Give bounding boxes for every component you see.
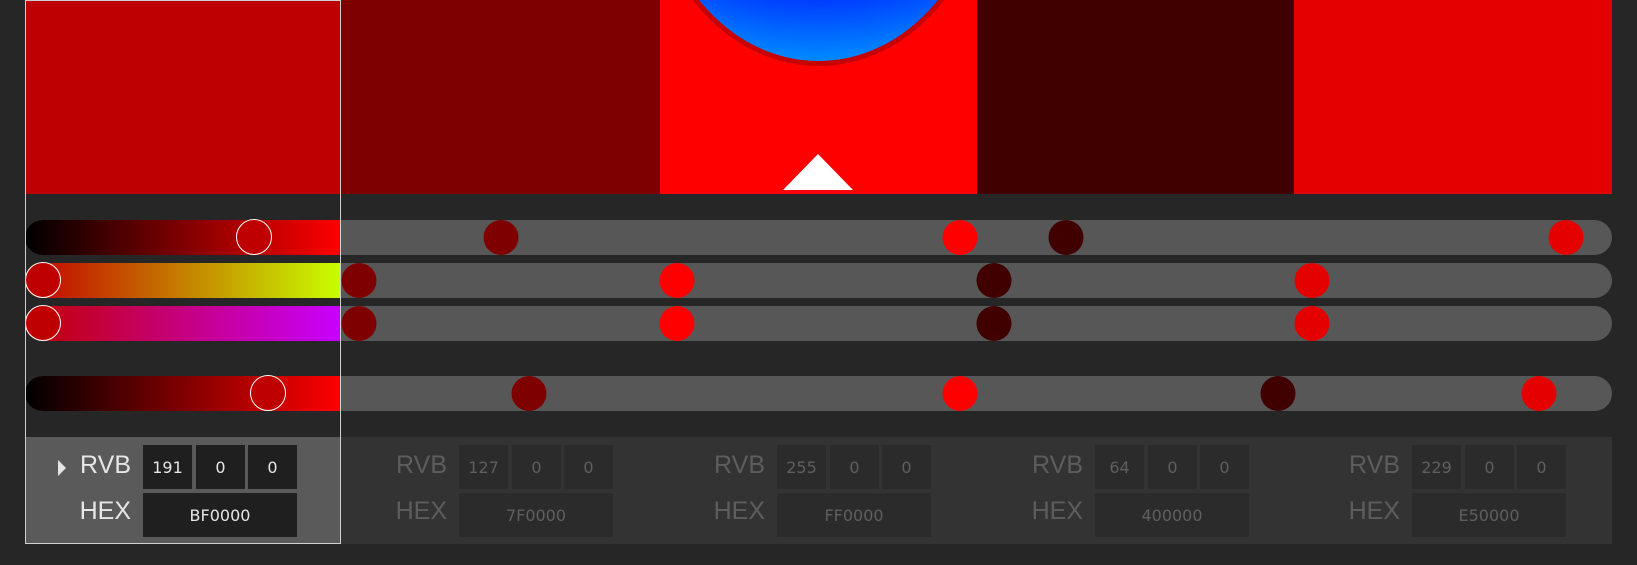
rgb-label: RVB	[1349, 451, 1400, 479]
brightness-handle-2[interactable]	[483, 220, 519, 255]
blue-handle-1[interactable]	[25, 305, 61, 341]
rgb-label: RVB	[714, 451, 765, 479]
hex-label: HEX	[713, 497, 765, 525]
brightness-handle-5[interactable]	[1548, 220, 1584, 255]
rgb-label: RVB	[80, 451, 131, 479]
green-handle-5[interactable]	[1294, 263, 1330, 298]
slider-lightness-gradient	[25, 376, 341, 411]
rgb-label: RVB	[396, 451, 447, 479]
rgb-r-input[interactable]: 255	[777, 445, 826, 489]
slider-blue[interactable]	[25, 306, 1612, 341]
hex-input[interactable]: BF0000	[143, 493, 297, 537]
base-color-marker-icon	[783, 154, 853, 190]
hex-input[interactable]: E50000	[1412, 493, 1566, 537]
blue-handle-5[interactable]	[1294, 306, 1330, 341]
rgb-b-input[interactable]: 0	[564, 445, 613, 489]
blue-handle-3[interactable]	[659, 306, 695, 341]
rgb-g-input[interactable]: 0	[1148, 445, 1197, 489]
swatch-4[interactable]	[977, 0, 1294, 194]
hex-label: HEX	[1031, 497, 1083, 525]
rgb-b-input[interactable]: 0	[248, 445, 297, 489]
brightness-handle-1[interactable]	[236, 219, 272, 255]
brightness-handle-3[interactable]	[942, 220, 978, 255]
lightness-handle-2[interactable]	[511, 376, 547, 411]
lightness-handle-3[interactable]	[942, 376, 978, 411]
lightness-handle-4[interactable]	[1260, 376, 1296, 411]
rgb-r-input[interactable]: 64	[1095, 445, 1144, 489]
swatch-2[interactable]	[341, 0, 660, 194]
rgb-b-input[interactable]: 0	[1200, 445, 1249, 489]
rgb-r-input[interactable]: 229	[1412, 445, 1461, 489]
slider-green[interactable]	[25, 263, 1612, 298]
blue-handle-4[interactable]	[976, 306, 1012, 341]
slider-blue-gradient	[25, 306, 341, 341]
green-handle-2[interactable]	[341, 263, 377, 298]
rgb-r-input[interactable]: 191	[143, 445, 192, 489]
green-handle-4[interactable]	[976, 263, 1012, 298]
blue-handle-2[interactable]	[341, 306, 377, 341]
values-group-3: RVB HEX 255 0 0 FF0000	[659, 437, 977, 544]
swatch-1[interactable]	[25, 0, 341, 194]
hex-input[interactable]: 7F0000	[459, 493, 613, 537]
values-group-4: RVB HEX 64 0 0 400000	[977, 437, 1294, 544]
rgb-g-input[interactable]: 0	[830, 445, 879, 489]
hex-label: HEX	[79, 497, 131, 525]
rgb-b-input[interactable]: 0	[1517, 445, 1566, 489]
green-handle-1[interactable]	[25, 262, 61, 298]
values-group-1: RVB HEX 191 0 0 BF0000	[25, 437, 341, 544]
color-wheel-disc[interactable]	[660, 0, 977, 66]
rgb-g-input[interactable]: 0	[196, 445, 245, 489]
values-group-2: RVB HEX 127 0 0 7F0000	[341, 437, 660, 544]
hex-label: HEX	[1348, 497, 1400, 525]
rgb-b-input[interactable]: 0	[882, 445, 931, 489]
hex-input[interactable]: FF0000	[777, 493, 931, 537]
values-group-5: RVB HEX 229 0 0 E50000	[1294, 437, 1612, 544]
slider-green-gradient	[25, 263, 341, 298]
swatch-5[interactable]	[1294, 0, 1612, 194]
slider-brightness-gradient	[25, 220, 341, 255]
rgb-label: RVB	[1032, 451, 1083, 479]
green-handle-3[interactable]	[659, 263, 695, 298]
hex-label: HEX	[395, 497, 447, 525]
hex-input[interactable]: 400000	[1095, 493, 1249, 537]
lightness-handle-1[interactable]	[250, 375, 286, 411]
rgb-r-input[interactable]: 127	[459, 445, 508, 489]
brightness-handle-4[interactable]	[1048, 220, 1084, 255]
rgb-g-input[interactable]: 0	[512, 445, 561, 489]
rgb-g-input[interactable]: 0	[1465, 445, 1514, 489]
lightness-handle-5[interactable]	[1521, 376, 1557, 411]
